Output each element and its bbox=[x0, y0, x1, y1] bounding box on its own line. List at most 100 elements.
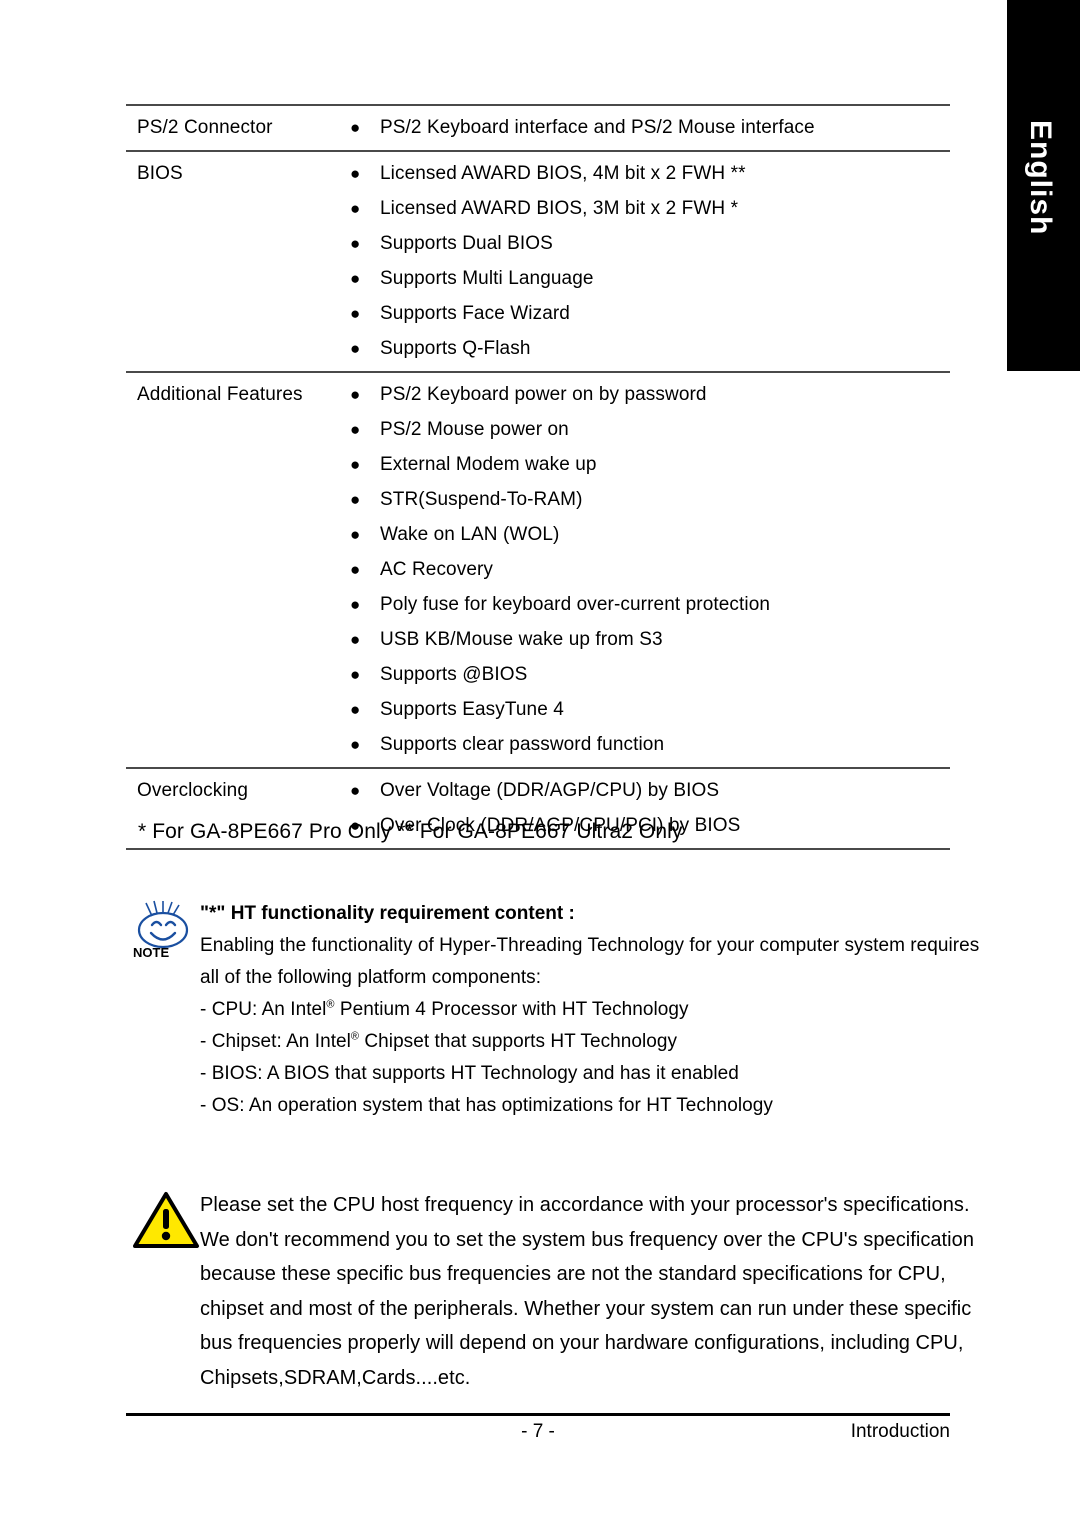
spec-item-text: Licensed AWARD BIOS, 3M bit x 2 FWH * bbox=[380, 198, 739, 219]
bullet-icon: ● bbox=[350, 630, 361, 649]
footer-section-label: Introduction bbox=[850, 1421, 950, 1442]
spec-item-text: External Modem wake up bbox=[380, 454, 597, 475]
bullet-icon: ● bbox=[350, 385, 361, 404]
registered-trademark-icon: ® bbox=[350, 1030, 360, 1043]
spec-item-text: Over Voltage (DDR/AGP/CPU) by BIOS bbox=[380, 780, 720, 801]
bullet-icon: ● bbox=[350, 234, 361, 253]
list-item: ● PS/2 Keyboard interface and PS/2 Mouse… bbox=[346, 110, 950, 145]
spec-row-label: PS/2 Connector bbox=[137, 117, 273, 138]
note-line: all of the following platform components… bbox=[200, 967, 542, 988]
list-item: ● Supports Q-Flash bbox=[346, 331, 950, 366]
note-requirement-prefix: - OS: An operation system that has optim… bbox=[200, 1095, 773, 1116]
language-tab: English bbox=[1007, 0, 1080, 371]
list-item: ● Licensed AWARD BIOS, 3M bit x 2 FWH * bbox=[346, 191, 950, 226]
spec-row-items: ● Licensed AWARD BIOS, 4M bit x 2 FWH **… bbox=[346, 152, 950, 371]
note-requirement-suffix: Chipset that supports HT Technology bbox=[359, 1031, 678, 1052]
page-number: - 7 - bbox=[521, 1421, 555, 1442]
bullet-icon: ● bbox=[350, 420, 361, 439]
bullet-icon: ● bbox=[350, 455, 361, 474]
bullet-icon: ● bbox=[350, 269, 361, 288]
spec-row-label: Additional Features bbox=[137, 384, 303, 405]
table-row: BIOS ● Licensed AWARD BIOS, 4M bit x 2 F… bbox=[126, 152, 950, 371]
spec-item-text: Wake on LAN (WOL) bbox=[380, 524, 560, 545]
list-item: ● Supports clear password function bbox=[346, 727, 950, 762]
page-footer: - 7 - Introduction bbox=[126, 1413, 950, 1451]
spec-item-text: PS/2 Keyboard interface and PS/2 Mouse i… bbox=[380, 117, 815, 138]
spec-item-text: Supports Face Wizard bbox=[380, 303, 570, 324]
spec-item-text: AC Recovery bbox=[380, 559, 494, 580]
spec-item-text: USB KB/Mouse wake up from S3 bbox=[380, 629, 663, 650]
list-item: ● PS/2 Mouse power on bbox=[346, 412, 950, 447]
list-item: ● Licensed AWARD BIOS, 4M bit x 2 FWH ** bbox=[346, 156, 950, 191]
spec-item-text: Supports Multi Language bbox=[380, 268, 594, 289]
spec-row-label: BIOS bbox=[137, 163, 183, 184]
bullet-icon: ● bbox=[350, 560, 361, 579]
table-rule-bottom bbox=[126, 848, 950, 850]
language-tab-label: English bbox=[1024, 120, 1057, 236]
bullet-icon: ● bbox=[350, 118, 361, 137]
bullet-icon: ● bbox=[350, 665, 361, 684]
bullet-icon: ● bbox=[350, 525, 361, 544]
list-item: ● PS/2 Keyboard power on by password bbox=[346, 377, 950, 412]
note-requirement-prefix: - Chipset: An Intel bbox=[200, 1031, 351, 1052]
note-line: Enabling the functionality of Hyper-Thre… bbox=[200, 935, 980, 956]
bullet-icon: ● bbox=[350, 781, 361, 800]
registered-trademark-icon: ® bbox=[326, 998, 335, 1011]
bullet-icon: ● bbox=[350, 199, 361, 218]
warning-body: Please set the CPU host frequency in acc… bbox=[200, 1188, 975, 1395]
spec-item-text: Poly fuse for keyboard over-current prot… bbox=[380, 594, 771, 615]
bullet-icon: ● bbox=[350, 490, 361, 509]
warning-line: We don't recommend you to set the system… bbox=[200, 1228, 975, 1251]
table-footnote: * For GA-8PE667 Pro Only ** For GA-8PE66… bbox=[138, 820, 683, 843]
list-item: ● Over Voltage (DDR/AGP/CPU) by BIOS bbox=[346, 773, 950, 808]
specification-table: PS/2 Connector ● PS/2 Keyboard interface… bbox=[126, 104, 950, 850]
document-page: English PS/2 Connector ● PS/2 Keyboard i… bbox=[0, 0, 1080, 1529]
list-item: ● Supports Face Wizard bbox=[346, 296, 950, 331]
list-item: ● Supports @BIOS bbox=[346, 657, 950, 692]
note-requirement-item: - CPU: An Intel® Pentium 4 Processor wit… bbox=[200, 994, 962, 1026]
spec-item-text: Supports EasyTune 4 bbox=[380, 699, 564, 720]
spec-item-text: Supports Q-Flash bbox=[380, 338, 531, 359]
spec-item-text: Supports Dual BIOS bbox=[380, 233, 553, 254]
list-item: ● Supports Multi Language bbox=[346, 261, 950, 296]
spec-item-text: PS/2 Keyboard power on by password bbox=[380, 384, 707, 405]
spec-item-text: Supports @BIOS bbox=[380, 664, 528, 685]
spec-item-text: STR(Suspend-To-RAM) bbox=[380, 489, 583, 510]
note-smiley-icon: NOTE bbox=[132, 900, 198, 962]
note-requirement-item: - OS: An operation system that has optim… bbox=[200, 1090, 962, 1122]
list-item: ● Supports Dual BIOS bbox=[346, 226, 950, 261]
list-item: ● External Modem wake up bbox=[346, 447, 950, 482]
note-heading: "*" HT functionality requirement content… bbox=[200, 903, 575, 924]
warning-callout: Please set the CPU host frequency in acc… bbox=[132, 1188, 975, 1395]
bullet-icon: ● bbox=[350, 339, 361, 358]
spec-row-label: Overclocking bbox=[137, 780, 249, 801]
bullet-icon: ● bbox=[350, 595, 361, 614]
note-body: "*" HT functionality requirement content… bbox=[200, 898, 980, 1122]
warning-triangle-icon bbox=[132, 1190, 200, 1250]
list-item: ● Wake on LAN (WOL) bbox=[346, 517, 950, 552]
table-row: PS/2 Connector ● PS/2 Keyboard interface… bbox=[126, 106, 950, 150]
note-requirement-suffix: Pentium 4 Processor with HT Technology bbox=[334, 999, 689, 1020]
warning-line: chipset and most of the peripherals. Whe… bbox=[200, 1297, 972, 1320]
list-item: ● USB KB/Mouse wake up from S3 bbox=[346, 622, 950, 657]
spec-item-text: Supports clear password function bbox=[380, 734, 665, 755]
bullet-icon: ● bbox=[350, 304, 361, 323]
footer-divider bbox=[126, 1413, 950, 1416]
note-requirement-prefix: - CPU: An Intel bbox=[200, 999, 327, 1020]
footer-row: - 7 - Introduction bbox=[126, 1421, 950, 1451]
warning-line: because these specific bus frequencies a… bbox=[200, 1263, 946, 1285]
list-item: ● Poly fuse for keyboard over-current pr… bbox=[346, 587, 950, 622]
spec-row-items: ● PS/2 Keyboard power on by password ● P… bbox=[346, 373, 950, 767]
spec-row-items: ● PS/2 Keyboard interface and PS/2 Mouse… bbox=[346, 106, 950, 150]
note-icon-label: NOTE bbox=[133, 945, 169, 960]
bullet-icon: ● bbox=[350, 700, 361, 719]
list-item: ● AC Recovery bbox=[346, 552, 950, 587]
spec-item-text: PS/2 Mouse power on bbox=[380, 419, 569, 440]
warning-line: bus frequencies properly will depend on … bbox=[200, 1332, 964, 1354]
note-callout: NOTE "*" HT functionality requirement co… bbox=[132, 898, 980, 1122]
note-requirement-item: - Chipset: An Intel® Chipset that suppor… bbox=[200, 1026, 962, 1058]
bullet-icon: ● bbox=[350, 735, 361, 754]
list-item: ● Supports EasyTune 4 bbox=[346, 692, 950, 727]
note-requirement-prefix: - BIOS: A BIOS that supports HT Technolo… bbox=[200, 1063, 739, 1084]
list-item: ● STR(Suspend-To-RAM) bbox=[346, 482, 950, 517]
